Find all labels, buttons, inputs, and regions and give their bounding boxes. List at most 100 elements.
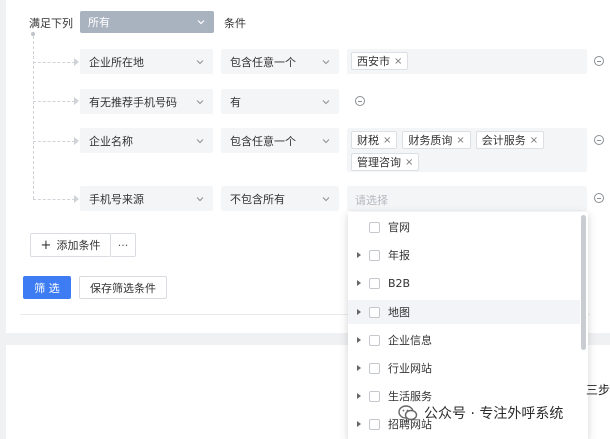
plus-icon: + bbox=[40, 237, 52, 253]
match-mode-value: 所有 bbox=[88, 16, 110, 29]
checkbox[interactable] bbox=[369, 277, 380, 289]
chevron-down-icon bbox=[321, 194, 331, 204]
remove-condition-icon[interactable] bbox=[355, 96, 365, 106]
chevron-down-icon bbox=[321, 97, 331, 107]
condition-operator-select[interactable]: 不包含所有 bbox=[221, 186, 339, 211]
checkbox[interactable] bbox=[369, 418, 380, 430]
condition-field-value: 手机号来源 bbox=[89, 192, 144, 206]
remove-condition-icon[interactable] bbox=[594, 135, 604, 145]
value-tag: 西安市 × bbox=[351, 52, 409, 70]
caret-right-icon[interactable] bbox=[357, 393, 361, 399]
value-tag: 管理咨询 × bbox=[351, 153, 420, 171]
caret-right-icon[interactable] bbox=[357, 365, 361, 371]
tag-label: 财务质询 bbox=[408, 134, 453, 147]
checkbox[interactable] bbox=[369, 362, 380, 374]
caret-right-icon[interactable] bbox=[357, 421, 361, 427]
checkbox[interactable] bbox=[369, 390, 380, 402]
value-tag: 财务质询 × bbox=[402, 131, 471, 149]
close-icon[interactable]: × bbox=[394, 56, 402, 67]
side-text: 三步 bbox=[586, 383, 610, 397]
chevron-down-icon bbox=[195, 136, 205, 146]
condition-value-box[interactable]: 西安市 × bbox=[347, 49, 587, 74]
checkbox[interactable] bbox=[369, 221, 380, 233]
add-condition-label: 添加条件 bbox=[56, 239, 101, 252]
match-label: 满足下列 bbox=[29, 17, 73, 30]
option-label: 地图 bbox=[388, 306, 410, 319]
remove-condition-icon[interactable] bbox=[594, 193, 604, 203]
close-icon[interactable]: × bbox=[530, 135, 538, 146]
dropdown-option[interactable]: 年报 bbox=[348, 243, 580, 267]
tree-branch-line bbox=[33, 62, 75, 63]
condition-field-value: 企业所在地 bbox=[89, 55, 144, 69]
close-icon[interactable]: × bbox=[405, 157, 413, 168]
caret-right-icon[interactable] bbox=[357, 280, 361, 286]
checkbox[interactable] bbox=[369, 334, 380, 346]
value-tag: 财税 × bbox=[351, 131, 398, 149]
condition-field-value: 企业名称 bbox=[89, 134, 133, 148]
tree-branch-line bbox=[33, 199, 75, 200]
option-label: B2B bbox=[388, 276, 411, 290]
condition-field-select[interactable]: 手机号来源 bbox=[80, 186, 213, 211]
dropdown-option[interactable]: 地图 bbox=[348, 300, 580, 324]
tag-label: 会计服务 bbox=[481, 134, 526, 147]
value-placeholder: 请选择 bbox=[355, 194, 388, 207]
tag-label: 财税 bbox=[357, 134, 379, 147]
watermark-text: 公众号 · 专注外呼系统 bbox=[424, 406, 564, 422]
chevron-down-icon bbox=[195, 57, 205, 67]
caret-right-icon[interactable] bbox=[357, 252, 361, 258]
checkbox[interactable] bbox=[369, 249, 380, 261]
caret-right-icon[interactable] bbox=[357, 309, 361, 315]
dropdown-scrollbar[interactable] bbox=[581, 215, 586, 350]
remove-condition-icon[interactable] bbox=[594, 56, 604, 66]
match-mode-select[interactable]: 所有 bbox=[80, 11, 214, 33]
condition-operator-value: 不包含所有 bbox=[230, 192, 285, 206]
option-label: 官网 bbox=[388, 221, 410, 234]
condition-field-select[interactable]: 企业名称 bbox=[80, 128, 213, 153]
condition-operator-value: 有 bbox=[230, 95, 241, 109]
condition-field-select[interactable]: 企业所在地 bbox=[80, 49, 213, 74]
close-icon[interactable]: × bbox=[456, 135, 464, 146]
tree-arrow-icon bbox=[74, 58, 79, 66]
tree-branch-line bbox=[33, 101, 75, 102]
dropdown-option[interactable]: 企业信息 bbox=[348, 328, 580, 352]
option-label: 企业信息 bbox=[388, 334, 432, 347]
condition-operator-value: 包含任意一个 bbox=[230, 55, 296, 69]
condition-field-select[interactable]: 有无推荐手机号码 bbox=[80, 89, 213, 114]
condition-operator-select[interactable]: 包含任意一个 bbox=[221, 128, 339, 153]
wechat-icon bbox=[398, 404, 418, 422]
caret-right-icon[interactable] bbox=[357, 337, 361, 343]
condition-operator-select[interactable]: 有 bbox=[221, 89, 339, 114]
dropdown-option[interactable]: 官网 bbox=[348, 215, 580, 239]
tree-arrow-icon bbox=[74, 97, 79, 105]
value-tag: 会计服务 × bbox=[475, 131, 545, 149]
condition-value-input[interactable]: 请选择 bbox=[347, 186, 587, 211]
close-icon[interactable]: × bbox=[383, 135, 391, 146]
tag-label: 管理咨询 bbox=[357, 156, 401, 169]
option-label: 生活服务 bbox=[388, 390, 432, 403]
add-condition-button[interactable]: + 添加条件 bbox=[30, 233, 111, 257]
chevron-down-icon bbox=[195, 194, 205, 204]
tree-branch-line bbox=[33, 141, 75, 142]
watermark: 公众号 · 专注外呼系统 bbox=[398, 403, 563, 423]
tree-arrow-icon bbox=[74, 195, 79, 203]
condition-field-value: 有无推荐手机号码 bbox=[89, 95, 177, 109]
tree-trunk-line bbox=[33, 36, 34, 199]
dropdown-option[interactable]: 行业网站 bbox=[348, 356, 580, 380]
chevron-down-icon bbox=[321, 136, 331, 146]
chevron-down-icon bbox=[321, 57, 331, 67]
condition-value-box[interactable]: 财税 × 财务质询 × 会计服务 × 管理咨询 × bbox=[347, 128, 587, 172]
condition-operator-select[interactable]: 包含任意一个 bbox=[221, 49, 339, 74]
condition-label: 条件 bbox=[224, 17, 246, 30]
chevron-down-icon bbox=[195, 97, 205, 107]
option-label: 年报 bbox=[388, 249, 410, 262]
save-filter-button[interactable]: 保存筛选条件 bbox=[79, 276, 167, 299]
filter-button[interactable]: 筛 选 bbox=[23, 276, 71, 299]
tree-arrow-icon bbox=[74, 137, 79, 145]
option-label: 行业网站 bbox=[388, 362, 432, 375]
more-options-button[interactable]: ··· bbox=[111, 233, 136, 257]
dropdown-option[interactable]: B2B bbox=[348, 271, 580, 295]
chevron-down-icon bbox=[196, 17, 206, 27]
condition-operator-value: 包含任意一个 bbox=[230, 134, 296, 148]
tag-label: 西安市 bbox=[357, 55, 390, 68]
checkbox[interactable] bbox=[369, 306, 380, 318]
